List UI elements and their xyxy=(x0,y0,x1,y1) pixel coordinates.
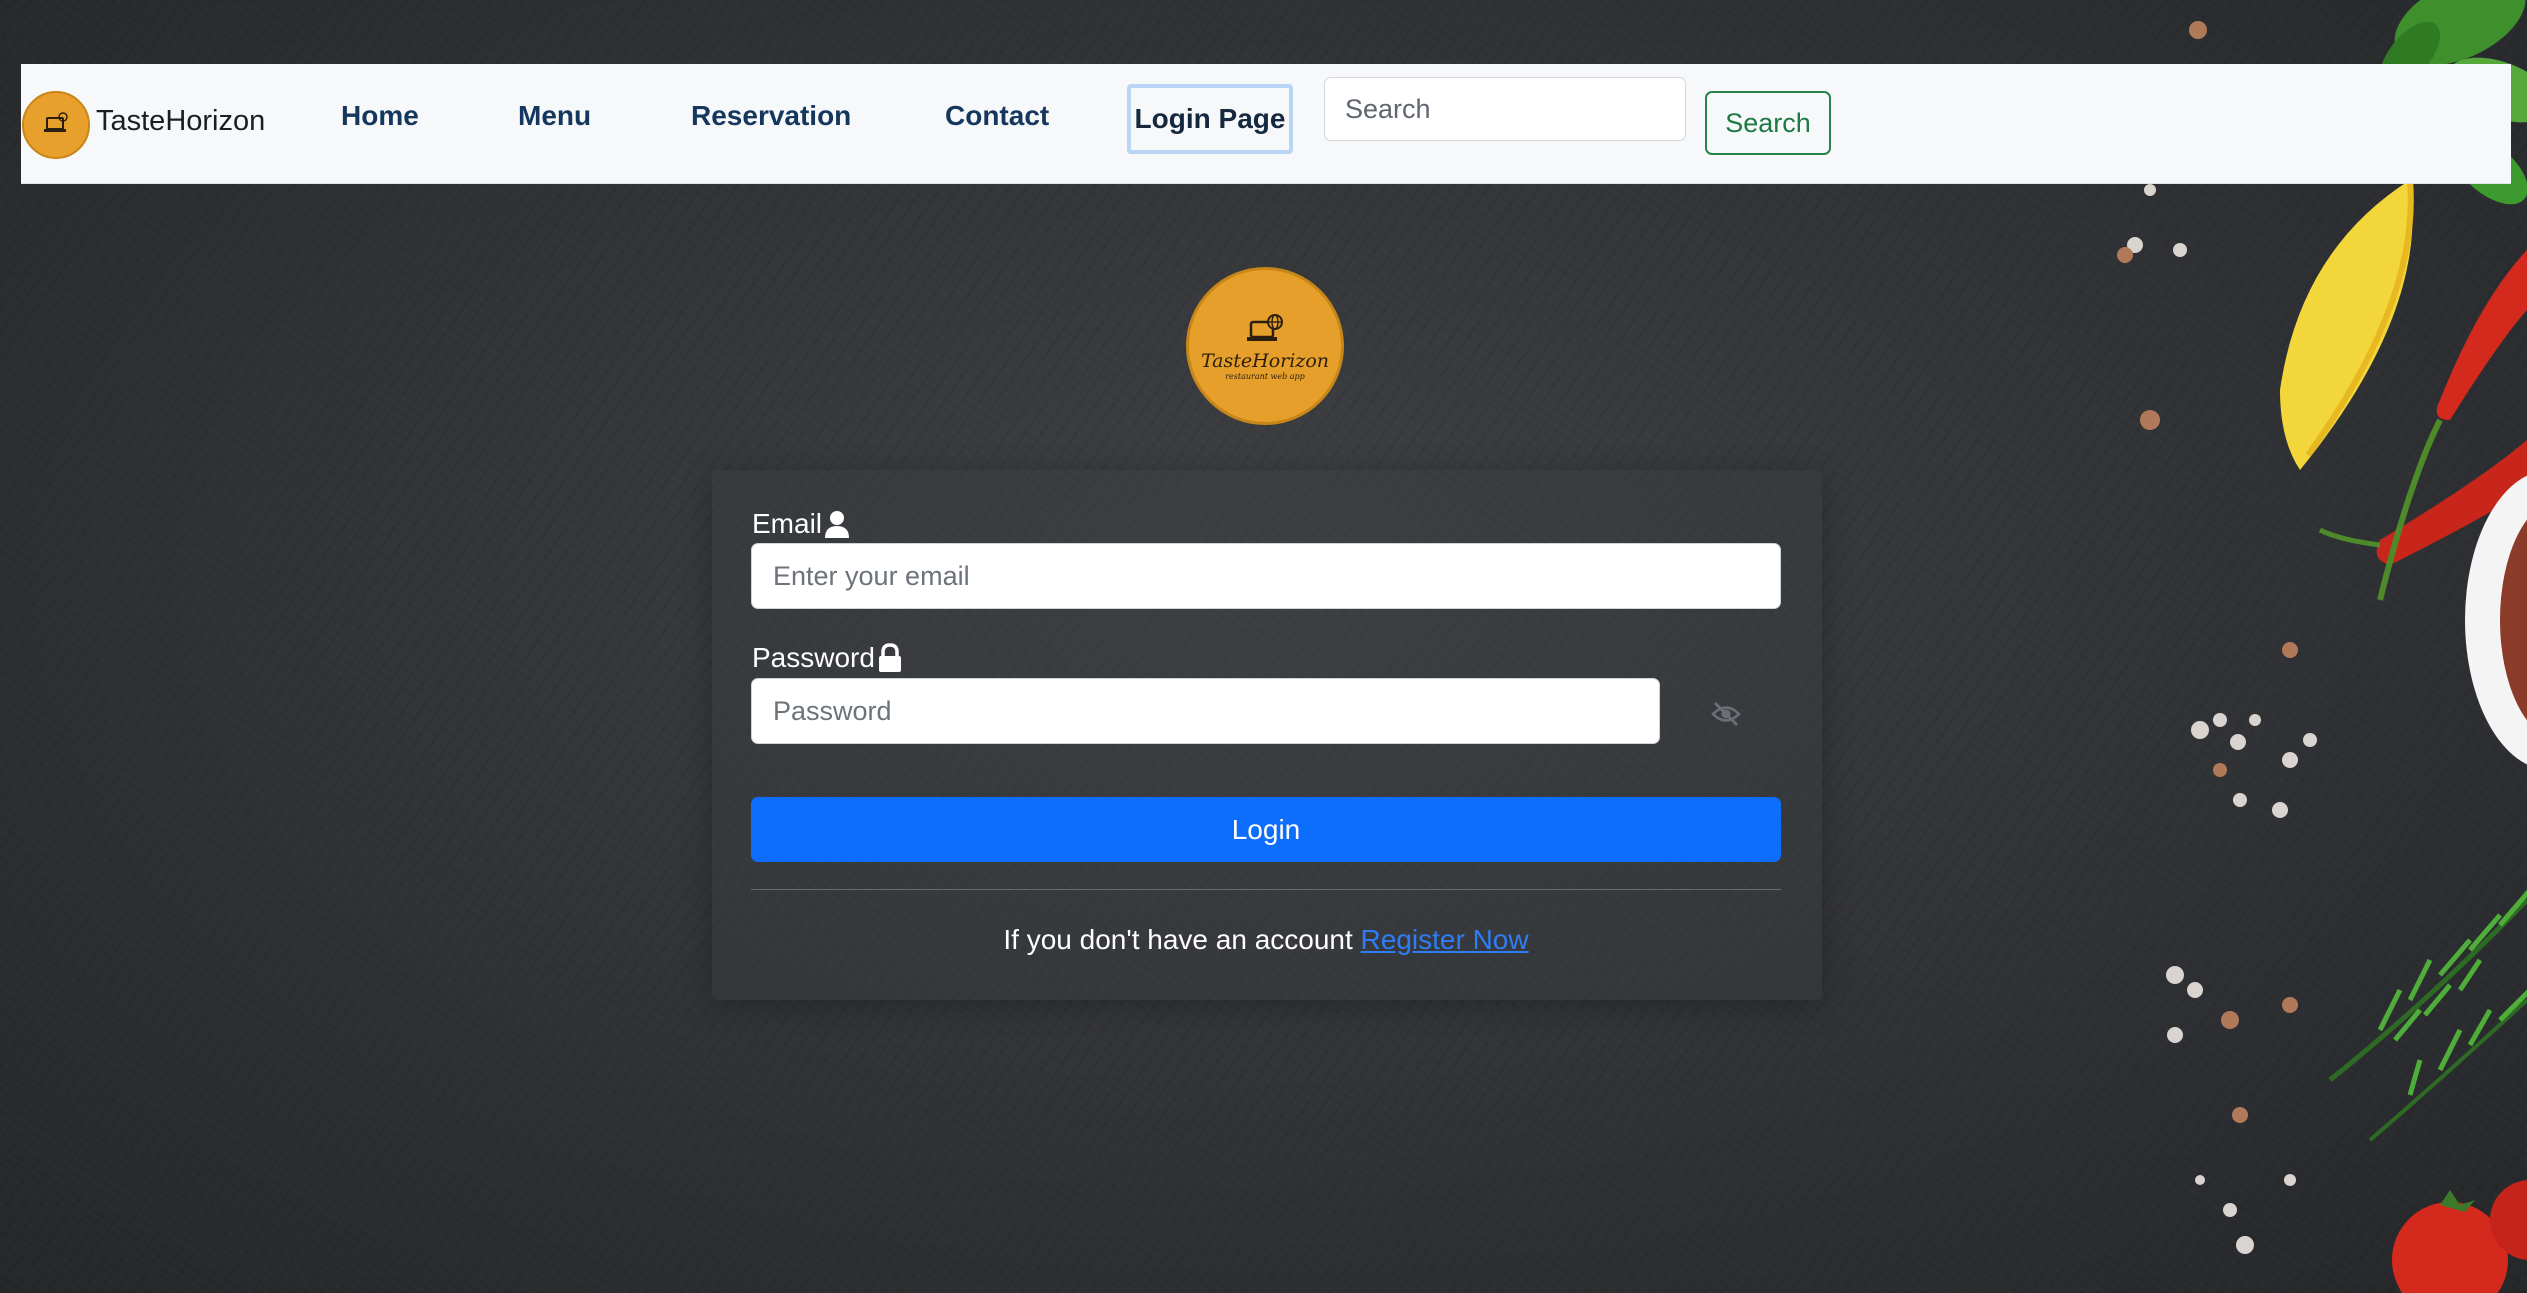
register-prompt-text: If you don't have an account xyxy=(1003,924,1353,955)
brand-name: TasteHorizon xyxy=(96,104,266,137)
password-field[interactable] xyxy=(751,678,1660,744)
nav-link-menu[interactable]: Menu xyxy=(518,100,591,132)
login-button[interactable]: Login xyxy=(751,797,1781,862)
nav-link-reservation[interactable]: Reservation xyxy=(691,100,851,132)
divider xyxy=(751,889,1781,890)
nav-link-home[interactable]: Home xyxy=(341,100,419,132)
nav-link-contact[interactable]: Contact xyxy=(945,100,1049,132)
register-link[interactable]: Register Now xyxy=(1361,924,1529,955)
search-button[interactable]: Search xyxy=(1705,91,1831,155)
register-prompt: If you don't have an account Register No… xyxy=(751,924,1781,956)
user-icon xyxy=(825,511,850,538)
email-label: Email xyxy=(752,508,850,540)
main-logo: TasteHorizon restaurant web app xyxy=(1186,267,1344,425)
logo-subtitle: restaurant web app xyxy=(1225,371,1305,381)
eye-slash-icon xyxy=(1711,702,1741,726)
laptop-icon xyxy=(44,112,68,132)
brand-logo xyxy=(22,91,90,159)
password-label: Password xyxy=(752,642,903,674)
nav-link-login[interactable]: Login Page xyxy=(1127,84,1293,154)
lock-icon xyxy=(878,643,901,672)
top-navbar: TasteHorizon Home Menu Reservation Conta… xyxy=(21,64,2511,184)
email-label-text: Email xyxy=(752,508,823,539)
brand[interactable]: TasteHorizon xyxy=(22,90,265,160)
search-input[interactable] xyxy=(1324,77,1686,141)
laptop-globe-icon xyxy=(1247,313,1283,341)
password-visibility-toggle[interactable] xyxy=(1710,698,1742,730)
logo-title: TasteHorizon xyxy=(1200,349,1329,372)
email-field[interactable] xyxy=(751,543,1781,609)
password-label-text: Password xyxy=(752,642,875,673)
vegetables-decoration xyxy=(2117,0,2527,1293)
